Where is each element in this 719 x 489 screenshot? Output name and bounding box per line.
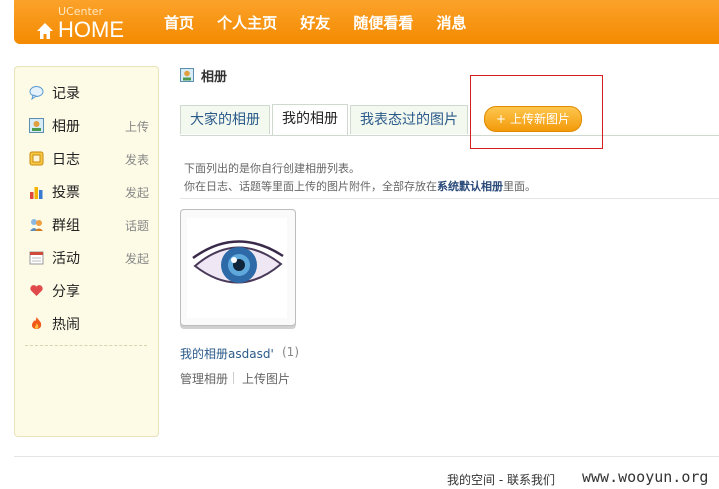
sidebar-item-blog[interactable]: 日志 发表 (29, 148, 149, 170)
sidebar-item-share[interactable]: 分享 (29, 280, 149, 302)
sidebar-item-albums[interactable]: 相册 上传 (29, 115, 149, 137)
album-description-line2: 你在日志、话题等里面上传的图片附件，全部存放在系统默认相册里面。 (184, 178, 536, 194)
red-highlight-box (470, 75, 603, 149)
notebook-icon (29, 151, 44, 166)
content-divider (180, 198, 719, 199)
sidebar-item-label: 群组 (52, 218, 80, 234)
sidebar-item-events[interactable]: 活动 发起 (29, 247, 149, 269)
album-photo-count: (1) (282, 345, 299, 359)
sidebar-item-groups[interactable]: 群组 话题 (29, 214, 149, 236)
wooyun-watermark: www.wooyun.org (582, 468, 709, 486)
default-album-link[interactable]: 系统默认相册 (437, 180, 503, 193)
sidebar-item-label: 活动 (52, 251, 80, 267)
tab-baseline (180, 135, 719, 136)
sidebar-divider (25, 345, 147, 346)
sidebar-item-label: 投票 (52, 185, 80, 201)
sidebar: 记录 相册 上传 日志 发表 投票 发起 群组 话题 活动 发起 分享 热闹 (14, 66, 159, 437)
photo-icon (180, 68, 194, 82)
desc-prefix: 你在日志、话题等里面上传的图片附件，全部存放在 (184, 180, 437, 193)
sidebar-post-link[interactable]: 发表 (125, 151, 149, 168)
sidebar-item-polls[interactable]: 投票 发起 (29, 181, 149, 203)
sidebar-upload-link[interactable]: 上传 (125, 118, 149, 135)
footer-divider (14, 456, 719, 457)
logo-big-text: HOME (58, 17, 124, 42)
sidebar-topic-link[interactable]: 话题 (125, 217, 149, 234)
fire-icon (31, 317, 42, 329)
tab-everyone-albums[interactable]: 大家的相册 (180, 105, 270, 134)
page-title: 相册 (201, 70, 228, 85)
album-cover-eye-image (187, 218, 287, 318)
sidebar-item-records[interactable]: 记录 (29, 82, 149, 104)
sidebar-start-poll-link[interactable]: 发起 (125, 184, 149, 201)
home-icon (37, 23, 53, 39)
top-header: UCenter HOME 首页 个人主页 好友 随便看看 消息 (14, 0, 719, 44)
album-name-link[interactable]: 我的相册asdasd' (180, 345, 274, 362)
speech-bubble-icon (29, 86, 44, 100)
group-icon (30, 219, 43, 231)
manage-album-link[interactable]: 管理相册 (180, 370, 228, 387)
sidebar-item-hot[interactable]: 热闹 (29, 313, 149, 335)
link-separator (233, 372, 234, 384)
album-description-line1: 下面列出的是你自行创建相册列表。 (184, 162, 360, 175)
tab-my-albums[interactable]: 我的相册 (272, 104, 348, 135)
bar-chart-icon (30, 187, 43, 199)
tab-reacted-photos[interactable]: 我表态过的图片 (350, 105, 468, 134)
sidebar-item-label: 记录 (52, 86, 80, 102)
nav-profile[interactable]: 个人主页 (217, 12, 277, 33)
nav-friends[interactable]: 好友 (300, 12, 330, 33)
album-thumbnail-card[interactable] (180, 209, 296, 326)
footer-links[interactable]: 我的空间 - 联系我们 (447, 471, 555, 488)
nav-messages[interactable]: 消息 (436, 12, 466, 33)
sidebar-item-label: 相册 (52, 119, 80, 135)
calendar-icon (29, 251, 44, 265)
sidebar-item-label: 日志 (52, 152, 80, 168)
heart-share-icon (30, 285, 43, 296)
photo-icon (29, 118, 44, 133)
sidebar-item-label: 分享 (52, 284, 80, 300)
desc-suffix: 里面。 (503, 180, 536, 193)
nav-explore[interactable]: 随便看看 (353, 12, 413, 33)
sidebar-start-event-link[interactable]: 发起 (125, 250, 149, 267)
upload-photo-link[interactable]: 上传图片 (242, 370, 290, 387)
nav-home[interactable]: 首页 (164, 12, 194, 33)
main-nav: 首页 个人主页 好友 随便看看 消息 (164, 12, 484, 33)
sidebar-item-label: 热闹 (52, 317, 80, 333)
